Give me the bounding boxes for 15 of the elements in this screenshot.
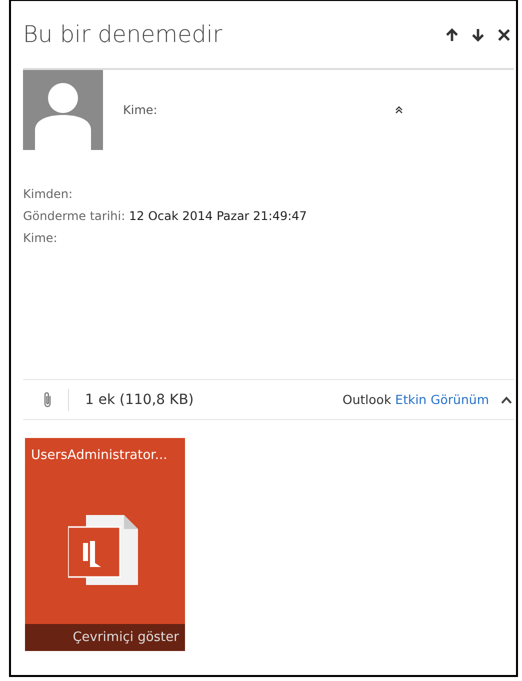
attachment-count: 1 ek (110,8 KB) [85,392,194,408]
collapse-icon[interactable] [501,396,512,404]
detail-line: Gönderme tarihi: 12 Ocak 2014 Pazar 21:49:47 [23,208,308,223]
window-title: Bu bir denemedir [23,22,222,48]
paperclip-icon[interactable] [43,390,52,409]
attachment-name: UsersAdministrator... [30,447,168,464]
attachment-tile[interactable]: UsersAdministrator... Çevrimiçi göster [25,438,185,652]
avatar-icon [23,70,103,150]
active-view-link[interactable]: Etkin Görünüm [395,392,489,408]
detail-line: Kime: [23,230,58,245]
view-online-button[interactable]: Çevrimiçi göster [25,624,185,652]
recipient-label: Kime: [123,103,158,118]
collapse-icon[interactable] [395,106,403,114]
detail-line: Kimden: [23,186,74,201]
view-option: Outlook Etkin Görünüm [342,392,489,408]
